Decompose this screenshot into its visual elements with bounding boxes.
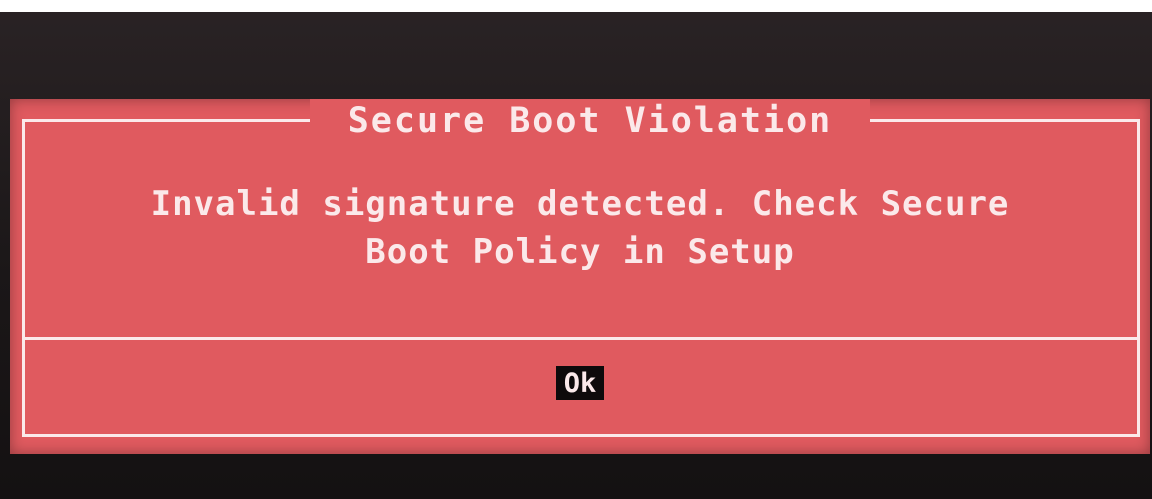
dialog-message-line-2: Boot Policy in Setup [365,232,795,272]
dialog-divider [22,337,1140,340]
dialog-title-bar: Secure Boot Violation [310,99,870,143]
dialog-title: Secure Boot Violation [347,101,833,141]
dialog-message-line-1: Invalid signature detected. Check Secure [150,184,1010,224]
bios-screen: Secure Boot Violation Invalid signature … [0,0,1152,499]
photo-border [0,0,1152,12]
dialog-frame-bottom [22,434,1140,437]
dialog-frame-right [1137,119,1140,437]
ok-button[interactable]: Ok [556,366,604,400]
dialog-frame-left [22,119,25,437]
secure-boot-dialog: Secure Boot Violation Invalid signature … [10,99,1150,454]
